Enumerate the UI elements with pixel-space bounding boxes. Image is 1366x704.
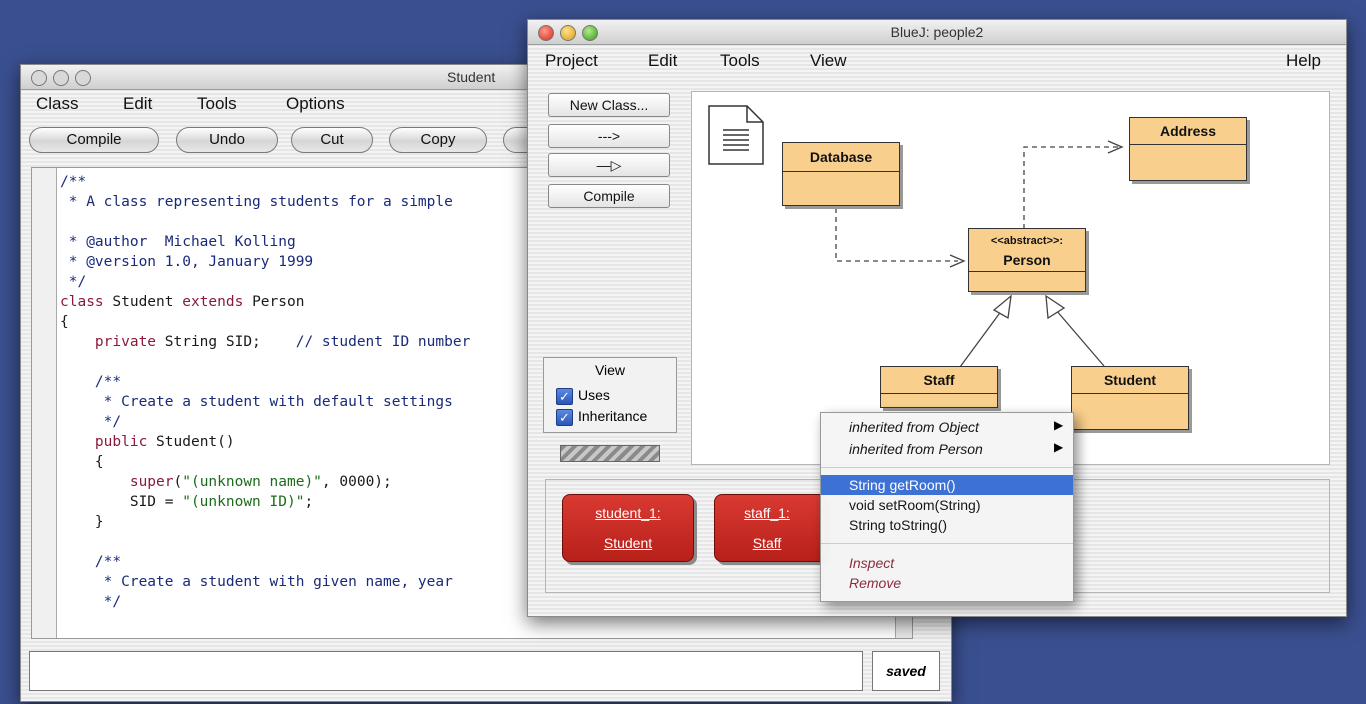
copy-button[interactable]: Copy xyxy=(389,127,487,153)
inheritance-checkbox[interactable]: ✓ xyxy=(556,409,573,426)
class-database[interactable]: Database xyxy=(782,142,900,206)
menu-inherited-person[interactable]: inherited from Person xyxy=(821,439,1073,459)
class-person[interactable]: <<abstract>>: Person xyxy=(968,228,1086,292)
menu-help[interactable]: Help xyxy=(1286,51,1321,71)
object-staff-1[interactable]: staff_1: Staff xyxy=(714,494,828,562)
bluej-titlebar[interactable]: BlueJ: people2 xyxy=(528,20,1346,45)
menu-separator xyxy=(821,543,1073,544)
line-gutter xyxy=(32,168,57,638)
class-student[interactable]: Student xyxy=(1071,366,1189,430)
menu-separator xyxy=(821,467,1073,468)
zoom-icon[interactable] xyxy=(75,70,91,86)
menu-inherited-object[interactable]: inherited from Object xyxy=(821,417,1073,437)
menu-tools[interactable]: Tools xyxy=(197,94,237,114)
message-field xyxy=(29,651,863,691)
menu-class[interactable]: Class xyxy=(36,94,79,114)
uses-arrow-button[interactable]: ---> xyxy=(548,124,670,148)
class-staff[interactable]: Staff xyxy=(880,366,998,408)
menu-remove[interactable]: Remove xyxy=(821,573,1073,593)
view-panel-title: View xyxy=(594,362,626,378)
menu-method-setroom[interactable]: void setRoom(String) xyxy=(821,495,1073,515)
close-icon[interactable] xyxy=(31,70,47,86)
compile-button[interactable]: Compile xyxy=(29,127,159,153)
menu-edit[interactable]: Edit xyxy=(648,51,677,71)
uses-checkbox[interactable]: ✓ xyxy=(556,388,573,405)
submenu-arrow-icon: ▶ xyxy=(1054,440,1064,454)
view-panel: View ✓ Uses ✓ Inheritance xyxy=(543,357,677,433)
machine-indicator xyxy=(560,445,660,462)
menu-project[interactable]: Project xyxy=(545,51,598,71)
uses-label: Uses xyxy=(578,387,610,403)
object-context-menu: inherited from Object ▶ inherited from P… xyxy=(820,412,1074,602)
menu-method-getroom[interactable]: String getRoom() xyxy=(821,475,1073,495)
menu-tools[interactable]: Tools xyxy=(720,51,760,71)
menu-view[interactable]: View xyxy=(810,51,847,71)
inheritance-arrow-button[interactable]: —▷ xyxy=(548,153,670,177)
compile-button[interactable]: Compile xyxy=(548,184,670,208)
class-address[interactable]: Address xyxy=(1129,117,1247,181)
readme-icon[interactable] xyxy=(707,104,765,166)
code-text: /** * A class representing students for … xyxy=(60,174,471,610)
minimize-icon[interactable] xyxy=(53,70,69,86)
bluej-menubar: Project Edit Tools View Help xyxy=(528,48,1346,74)
submenu-arrow-icon: ▶ xyxy=(1054,418,1064,432)
menu-inspect[interactable]: Inspect xyxy=(821,553,1073,573)
new-class-button[interactable]: New Class... xyxy=(548,93,670,117)
inheritance-label: Inheritance xyxy=(578,408,648,424)
object-student-1[interactable]: student_1: Student xyxy=(562,494,694,562)
menu-method-tostring[interactable]: String toString() xyxy=(821,515,1073,535)
editor-title: Student xyxy=(447,69,496,85)
cut-button[interactable]: Cut xyxy=(291,127,373,153)
undo-button[interactable]: Undo xyxy=(176,127,278,153)
menu-edit[interactable]: Edit xyxy=(123,94,152,114)
saved-status: saved xyxy=(872,651,940,691)
bluej-title: BlueJ: people2 xyxy=(890,24,984,40)
menu-options[interactable]: Options xyxy=(286,94,345,114)
